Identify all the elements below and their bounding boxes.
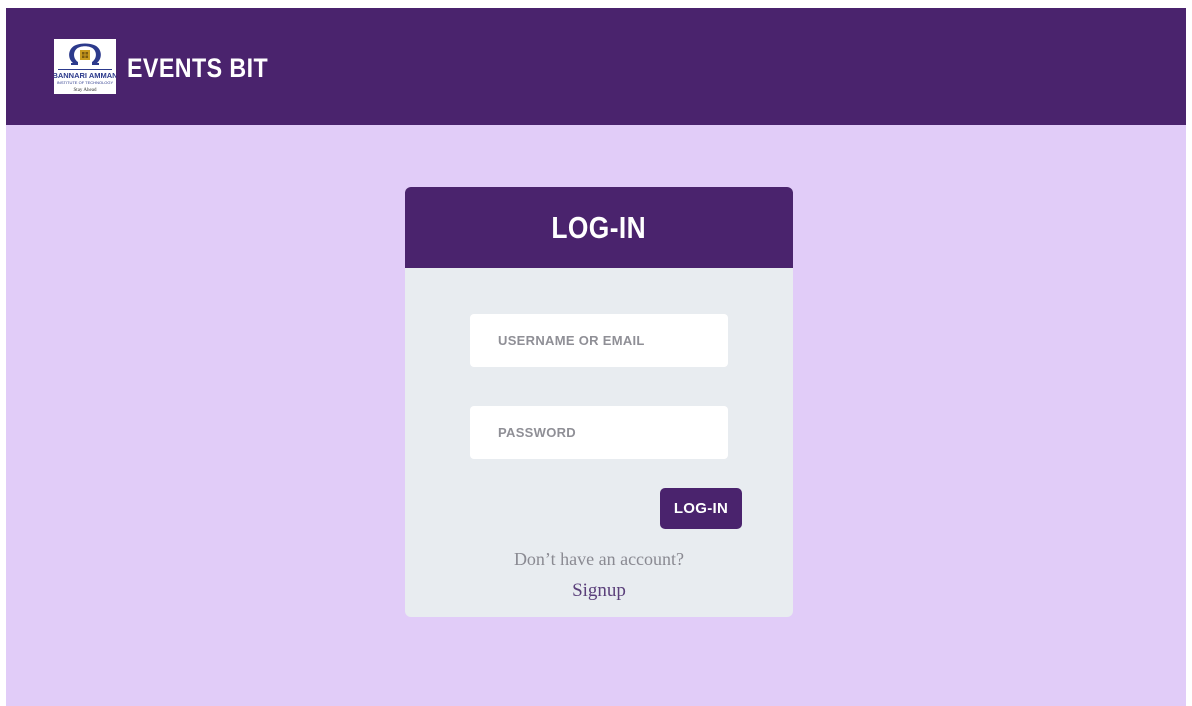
institute-logo[interactable]: BANNARI AMMAN INSTITUTE OF TECHNOLOGY St… [54, 39, 116, 94]
svg-text:INSTITUTE OF TECHNOLOGY: INSTITUTE OF TECHNOLOGY [57, 80, 114, 85]
top-navbar: BANNARI AMMAN INSTITUTE OF TECHNOLOGY St… [6, 8, 1186, 125]
username-email-input[interactable] [470, 314, 728, 367]
no-account-text: Don’t have an account? [513, 549, 685, 569]
login-title: LOG-IN [551, 209, 647, 245]
page-frame: BANNARI AMMAN INSTITUTE OF TECHNOLOGY St… [6, 8, 1186, 706]
login-submit-button[interactable]: LOG-IN [660, 488, 742, 529]
login-card-header: LOG-IN [405, 187, 793, 268]
site-brand-title[interactable]: EVENTS BIT [127, 52, 268, 84]
svg-text:BANNARI AMMAN: BANNARI AMMAN [54, 71, 116, 80]
login-card: LOG-IN LOG-IN Don’t have an account? Sig… [405, 187, 793, 617]
signup-link[interactable]: Signup [405, 580, 793, 602]
institute-logo-icon: BANNARI AMMAN INSTITUTE OF TECHNOLOGY St… [54, 39, 116, 94]
password-input[interactable] [470, 406, 728, 459]
svg-text:Stay Ahead: Stay Ahead [74, 88, 97, 93]
